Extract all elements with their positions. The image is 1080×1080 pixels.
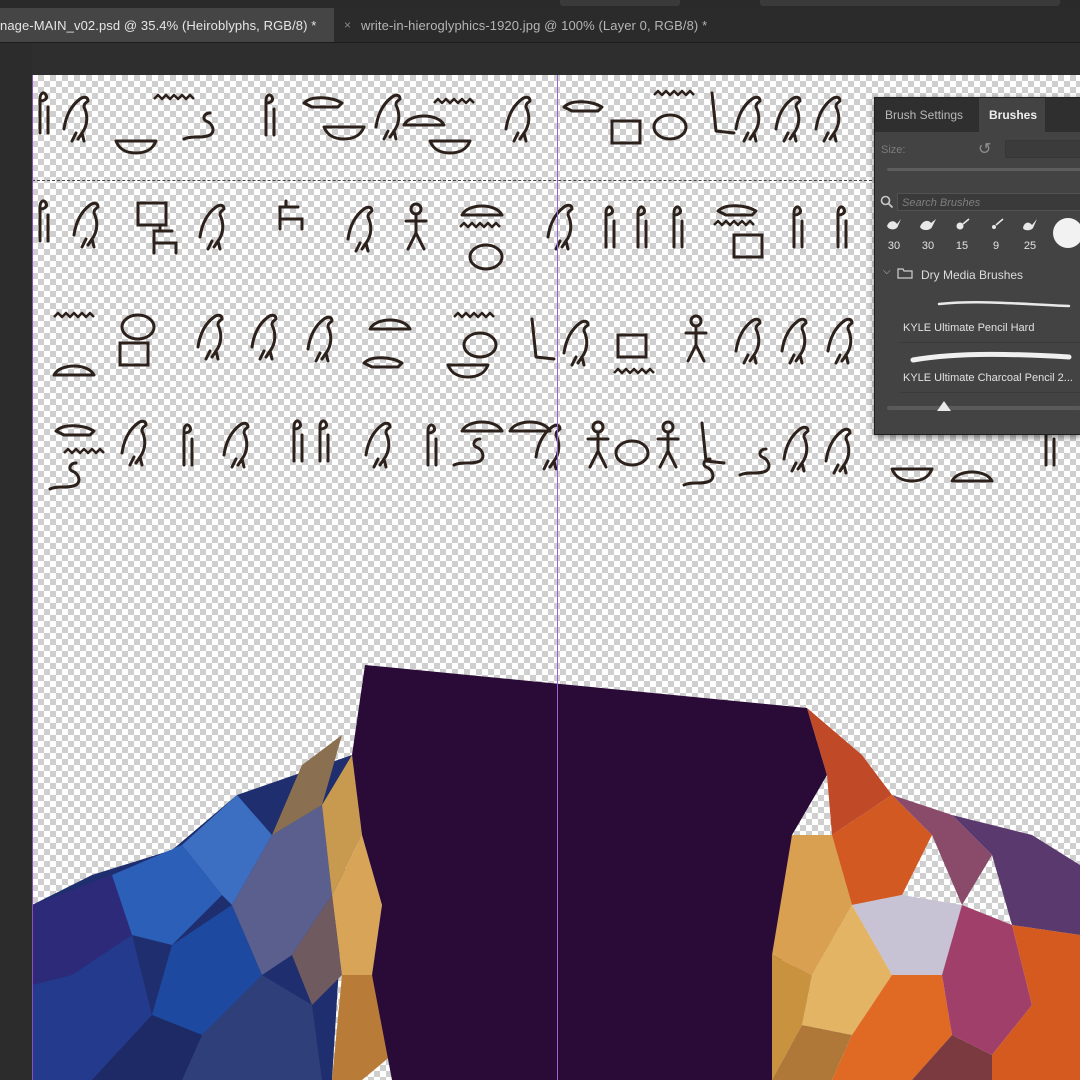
brush-name: KYLE Ultimate Pencil Hard bbox=[903, 322, 1035, 334]
panel-tab-bar: Brush Settings Brushes bbox=[875, 98, 1080, 132]
tab-label: write-in-hieroglyphics-1920.jpg @ 100% (… bbox=[361, 17, 708, 33]
size-row: Size: ↺ bbox=[875, 132, 1080, 172]
search-icon bbox=[880, 195, 894, 209]
brush-name: KYLE Ultimate Charcoal Pencil 2... bbox=[903, 372, 1073, 384]
brush-stroke-preview bbox=[937, 301, 1071, 308]
search-input[interactable]: Search Brushes bbox=[897, 193, 1080, 211]
slider-thumb[interactable] bbox=[937, 401, 951, 411]
brush-stroke-preview bbox=[910, 351, 1072, 363]
brush-tip-icon bbox=[920, 219, 936, 230]
search-row: Search Brushes bbox=[875, 192, 1080, 214]
brush-preset[interactable]: 25 bbox=[1013, 216, 1047, 254]
brush-group-dry-media[interactable]: ⌵ Dry Media Brushes bbox=[875, 264, 1080, 286]
brushes-panel: Brush Settings Brushes Size: ↺ Search Br… bbox=[874, 97, 1080, 435]
options-bar-segment bbox=[760, 0, 1060, 6]
brush-preset-round[interactable] bbox=[1053, 218, 1080, 248]
chevron-down-icon[interactable]: ⌵ bbox=[883, 266, 891, 277]
reset-icon[interactable]: ↺ bbox=[978, 139, 991, 159]
brush-tip-icon bbox=[956, 218, 970, 230]
tab-brush-settings[interactable]: Brush Settings bbox=[875, 98, 975, 132]
brush-tip-icon bbox=[887, 219, 901, 230]
tab-document-reference[interactable]: × write-in-hieroglyphics-1920.jpg @ 100%… bbox=[334, 8, 764, 42]
tab-label: Brushes bbox=[989, 108, 1038, 122]
preset-size: 15 bbox=[955, 240, 969, 252]
workspace-edge bbox=[0, 43, 32, 1080]
brush-item[interactable]: KYLE Ultimate Charcoal Pencil 2... bbox=[899, 344, 1080, 393]
tab-brushes[interactable]: Brushes bbox=[979, 98, 1045, 132]
document-tab-bar: nage-MAIN_v02.psd @ 35.4% (Heiroblyphs, … bbox=[0, 8, 1080, 43]
tab-label: Brush Settings bbox=[885, 108, 964, 122]
size-label: Size: bbox=[881, 144, 906, 156]
preset-size: 30 bbox=[887, 240, 901, 252]
brush-preset[interactable]: 30 bbox=[911, 216, 945, 254]
brush-preset[interactable]: 15 bbox=[945, 216, 979, 254]
close-icon[interactable]: × bbox=[344, 18, 351, 32]
selection-marquee bbox=[32, 180, 877, 181]
brush-preset[interactable]: 9 bbox=[979, 216, 1013, 254]
brush-preset[interactable]: 30 bbox=[877, 216, 911, 254]
brush-group-label: Dry Media Brushes bbox=[921, 268, 1024, 282]
lowpoly-figure bbox=[32, 665, 1080, 1080]
options-bar-segment bbox=[560, 0, 680, 6]
top-strip bbox=[0, 0, 1080, 8]
preset-size: 30 bbox=[921, 240, 935, 252]
size-slider[interactable] bbox=[887, 168, 1080, 171]
preview-size-slider[interactable] bbox=[887, 406, 1080, 410]
guide-line-vertical[interactable] bbox=[557, 75, 558, 1080]
folder-icon bbox=[897, 268, 913, 279]
size-field[interactable] bbox=[1005, 140, 1080, 158]
brush-tip-icon bbox=[1023, 219, 1037, 231]
preset-size: 25 bbox=[1023, 240, 1037, 252]
brush-item[interactable]: KYLE Ultimate Pencil Hard bbox=[899, 294, 1080, 343]
tab-label: nage-MAIN_v02.psd @ 35.4% (Heiroblyphs, … bbox=[0, 17, 317, 33]
tab-document-main[interactable]: nage-MAIN_v02.psd @ 35.4% (Heiroblyphs, … bbox=[0, 8, 334, 42]
guide-line-left[interactable] bbox=[32, 75, 33, 1080]
preset-size: 9 bbox=[992, 240, 1000, 252]
brush-presets: 30 30 15 9 25 bbox=[875, 216, 1080, 254]
brush-tip-icon bbox=[992, 218, 1004, 229]
